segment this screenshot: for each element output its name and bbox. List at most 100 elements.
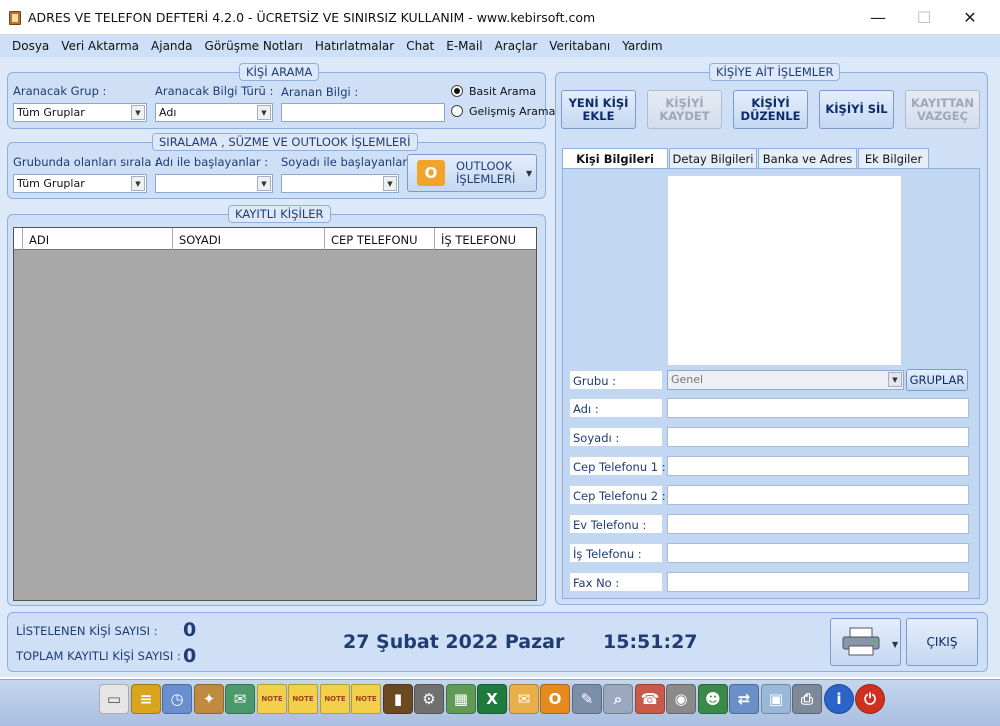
tab-detay-bilgileri[interactable]: Detay Bilgileri [669, 148, 757, 169]
edit-person-button[interactable]: KİŞİYİ DÜZENLE [733, 90, 808, 129]
database-icon[interactable]: ▣ [761, 684, 791, 714]
contacts-grid[interactable]: ADI SOYADI CEP TELEFONU İŞ TELEFONU [13, 227, 537, 601]
maximize-button[interactable]: ☐ [901, 0, 947, 35]
groups-button[interactable]: GRUPLAR [906, 369, 968, 391]
dropdown-arrow-icon: ▼ [892, 640, 899, 649]
chevron-down-icon: ▼ [257, 176, 271, 191]
sort-group-select[interactable]: Tüm Gruplar ▼ [13, 174, 147, 193]
outlook-icon[interactable]: O [540, 684, 570, 714]
note-icon-2[interactable]: NOTE [288, 684, 318, 714]
ev-telefonu-label: Ev Telefonu : [569, 514, 663, 534]
close-button[interactable]: ✕ [947, 0, 993, 35]
outlook-button-line2: İŞLEMLERİ [456, 172, 516, 186]
minimize-button[interactable]: — [855, 0, 901, 35]
listed-count: 0 [183, 619, 197, 641]
search-group-select[interactable]: Tüm Gruplar ▼ [13, 103, 147, 122]
user-icon[interactable]: ☻ [698, 684, 728, 714]
search-query-label: Aranan Bilgi : [281, 85, 359, 99]
group-field-label: Grubu : [569, 370, 663, 390]
notebook-icon[interactable]: ≡ [131, 684, 161, 714]
chevron-down-icon: ▼ [383, 176, 397, 191]
menu-veri-aktarma[interactable]: Veri Aktarma [55, 39, 145, 53]
fax-no-input[interactable] [667, 572, 969, 592]
note-icon-4[interactable]: NOTE [351, 684, 381, 714]
notepad-icon[interactable]: ▭ [99, 684, 129, 714]
is-telefonu-input[interactable] [667, 543, 969, 563]
globe-mail-icon[interactable]: ✉ [225, 684, 255, 714]
fax-no-label: Fax No : [569, 572, 663, 592]
printer-icon[interactable]: ⎙ [792, 684, 822, 714]
column-header-cep-telefonu[interactable]: CEP TELEFONU [324, 228, 434, 250]
menu-araclar[interactable]: Araçlar [489, 39, 544, 53]
menu-dosya[interactable]: Dosya [6, 39, 55, 53]
search-type-select[interactable]: Adı ▼ [155, 103, 273, 122]
basic-search-radio[interactable] [451, 85, 463, 97]
tab-banka-ve-adres[interactable]: Banka ve Adres [758, 148, 857, 169]
chevron-down-icon: ▼ [888, 372, 902, 387]
exit-button[interactable]: ÇIKIŞ [906, 618, 978, 666]
delete-person-button[interactable]: KİŞİYİ SİL [819, 90, 894, 129]
tab-kisi-bilgileri[interactable]: Kişi Bilgileri [562, 148, 668, 169]
outlook-icon: O [417, 160, 445, 186]
chevron-down-icon: ▼ [257, 105, 271, 120]
print-button[interactable]: ▼ [830, 618, 901, 666]
menu-hatirlatmalar[interactable]: Hatırlatmalar [309, 39, 400, 53]
menu-bar: Dosya Veri Aktarma Ajanda Görüşme Notlar… [0, 35, 1000, 57]
outlook-operations-button[interactable]: O OUTLOOK İŞLEMLERİ ▼ [407, 154, 537, 192]
note-icon-1[interactable]: NOTE [257, 684, 287, 714]
tools-icon[interactable]: ✎ [572, 684, 602, 714]
tab-ek-bilgiler[interactable]: Ek Bilgiler [858, 148, 929, 169]
column-header-soyadi[interactable]: SOYADI [172, 228, 324, 250]
surname-starts-select[interactable]: ▼ [281, 174, 399, 193]
chevron-down-icon: ▼ [131, 176, 145, 191]
current-time: 15:51:27 [603, 631, 698, 653]
power-icon[interactable]: ⏻ [855, 684, 885, 714]
excel-icon[interactable]: X [477, 684, 507, 714]
total-count: 0 [183, 645, 197, 667]
name-starts-select[interactable]: ▼ [155, 174, 273, 193]
hard-disk-icon[interactable]: ◉ [666, 684, 696, 714]
info-icon[interactable]: i [824, 684, 854, 714]
network-icon[interactable]: ⇄ [729, 684, 759, 714]
search-query-input[interactable] [281, 103, 445, 122]
address-book-icon[interactable]: ☎ [635, 684, 665, 714]
cancel-record-button[interactable]: KAYITTAN VAZGEÇ [905, 90, 980, 129]
window-title: ADRES VE TELEFON DEFTERİ 4.2.0 - ÜCRETSİ… [28, 10, 596, 25]
cep-telefonu-1-input[interactable] [667, 456, 969, 476]
magnifier-icon[interactable]: ⌕ [603, 684, 633, 714]
spreadsheet-icon[interactable]: ▦ [446, 684, 476, 714]
advanced-search-radio[interactable] [451, 105, 463, 117]
person-photo[interactable] [667, 175, 902, 366]
search-legend: KİŞİ ARAMA [239, 63, 320, 81]
soyadi-label: Soyadı : [569, 427, 663, 447]
advanced-search-label: Gelişmiş Arama [469, 105, 556, 118]
save-person-button[interactable]: KİŞİYİ KAYDET [647, 90, 722, 129]
people-icon[interactable]: ✦ [194, 684, 224, 714]
calendar-clock-icon[interactable]: ◷ [162, 684, 192, 714]
chevron-down-icon: ▼ [131, 105, 145, 120]
book-icon[interactable]: ▮ [383, 684, 413, 714]
adi-input[interactable] [667, 398, 969, 418]
soyadi-input[interactable] [667, 427, 969, 447]
menu-email[interactable]: E-Mail [440, 39, 488, 53]
new-person-button[interactable]: YENİ KİŞİ EKLE [561, 90, 636, 129]
menu-yardim[interactable]: Yardım [616, 39, 668, 53]
menu-ajanda[interactable]: Ajanda [145, 39, 198, 53]
group-field-select[interactable]: Genel ▼ [667, 370, 904, 390]
menu-chat[interactable]: Chat [400, 39, 440, 53]
sort-label: Grubunda olanları sırala : [13, 155, 159, 169]
cep-telefonu-2-input[interactable] [667, 485, 969, 505]
column-header-adi[interactable]: ADI [22, 228, 172, 250]
column-header-is-telefonu[interactable]: İŞ TELEFONU [434, 228, 536, 250]
menu-veritabani[interactable]: Veritabanı [543, 39, 616, 53]
app-book-icon [9, 11, 21, 25]
name-starts-label: Adı ile başlayanlar : [155, 155, 269, 169]
envelope-icon[interactable]: ✉ [509, 684, 539, 714]
note-icon-3[interactable]: NOTE [320, 684, 350, 714]
listed-count-label: LİSTELENEN KİŞİ SAYISI : [16, 624, 158, 638]
menu-gorusme-notlari[interactable]: Görüşme Notları [199, 39, 309, 53]
gear-icon[interactable]: ⚙ [414, 684, 444, 714]
search-group-label: Aranacak Grup : [13, 84, 107, 98]
grid-header: ADI SOYADI CEP TELEFONU İŞ TELEFONU [14, 228, 536, 250]
ev-telefonu-input[interactable] [667, 514, 969, 534]
